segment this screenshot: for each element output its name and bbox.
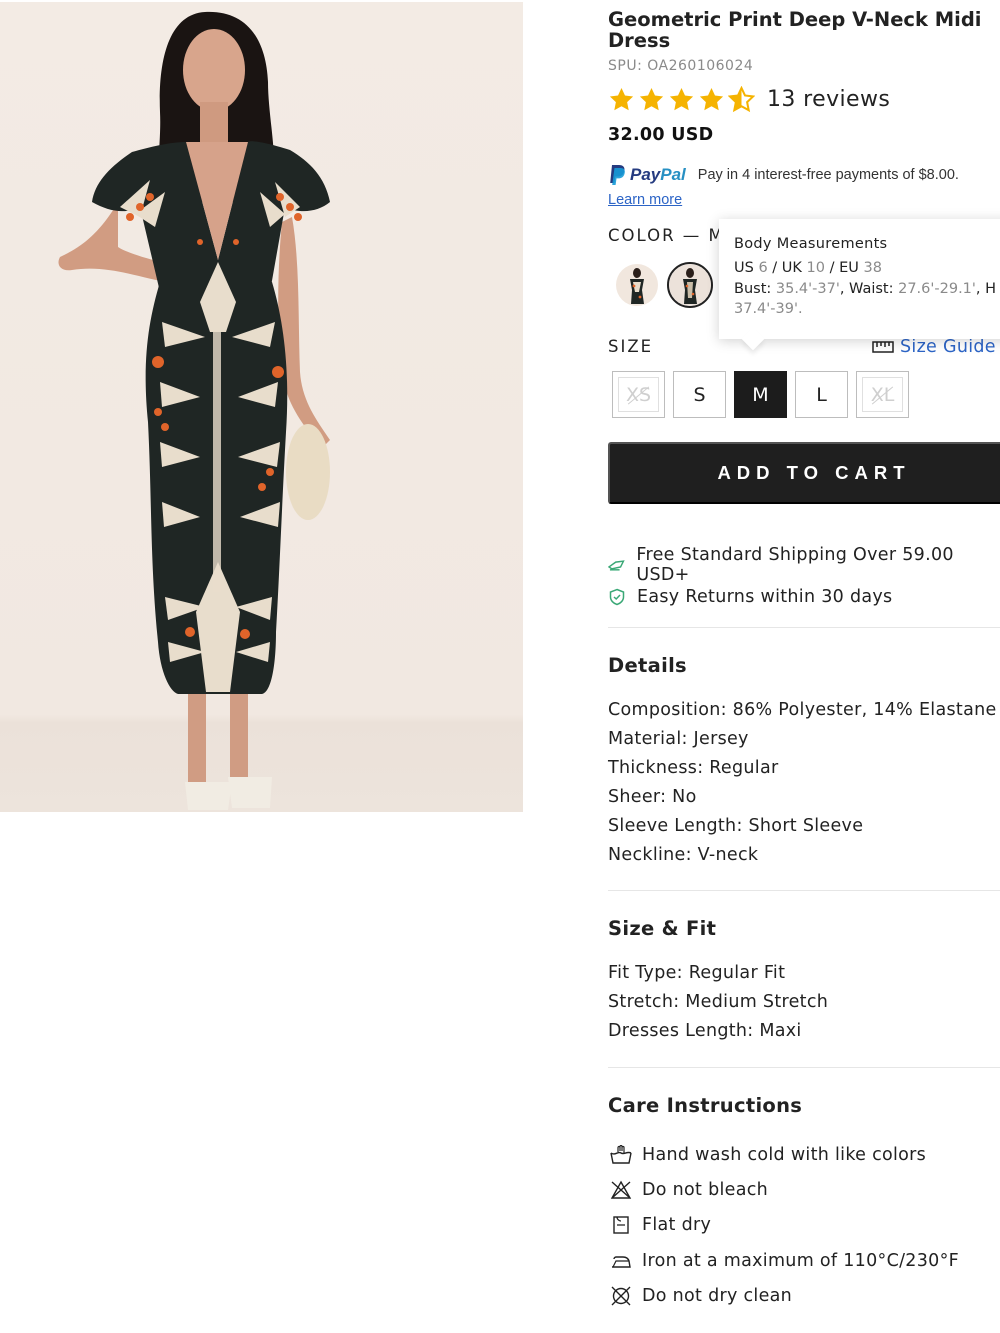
care-text: Iron at a maximum of 110°C/230°F [642, 1250, 960, 1271]
paypal-logo-pal: Pal [660, 165, 686, 184]
body-measurements-tooltip: Body Measurements US 6 / UK 10 / EU 38 B… [719, 219, 1000, 339]
easy-returns-perk: Easy Returns within 30 days [608, 587, 892, 607]
rating-row[interactable]: 13 reviews [608, 84, 890, 114]
waist-value: 27.6'-29.1' [898, 280, 976, 297]
tooltip-title: Body Measurements [734, 236, 888, 252]
product-info-panel: Geometric Print Deep V-Neck Midi Dress S… [608, 0, 1000, 1333]
divider [608, 1067, 1000, 1068]
divider [608, 890, 1000, 891]
details-list: Composition: 86% Polyester, 14% Elastane… [608, 696, 997, 870]
eu-label: / EU [829, 260, 859, 276]
care-text: Hand wash cold with like colors [642, 1144, 927, 1165]
star-rating [608, 85, 755, 113]
shield-check-icon [609, 588, 625, 606]
size-option-label: M [752, 383, 769, 406]
hand-wash-icon [610, 1144, 632, 1164]
care-item: Do not bleach [610, 1172, 959, 1207]
reviews-count[interactable]: 13 reviews [767, 87, 890, 112]
size-option-xl[interactable]: XL [856, 371, 909, 418]
size-option-label: XS [625, 383, 652, 406]
details-item: Sleeve Length: Short Sleeve [608, 816, 864, 836]
bust-label: Bust: [734, 280, 772, 297]
star-full-icon [699, 87, 724, 110]
care-text: Do not dry clean [642, 1285, 793, 1306]
care-text: Do not bleach [642, 1179, 769, 1200]
us-value: 6 [758, 260, 768, 276]
details-item: Sheer: No [608, 787, 697, 807]
size-option-l[interactable]: L [795, 371, 848, 418]
color-swatch-1[interactable] [614, 262, 660, 308]
bust-value: 35.4'-37' [775, 280, 840, 297]
product-price: 32.00 USD [608, 125, 714, 145]
details-item: Material: Jersey [608, 729, 749, 749]
size-options: XS S M L XL [612, 371, 909, 418]
color-label: COLOR — M [608, 226, 725, 245]
returns-text: Easy Returns within 30 days [637, 587, 893, 607]
size-option-m-selected[interactable]: M [734, 371, 787, 418]
divider [608, 627, 1000, 628]
paypal-icon [610, 165, 625, 185]
size-fit-title: Size & Fit [608, 917, 717, 940]
paypal-message: Pay in 4 interest-free payments of $8.00… [697, 167, 959, 183]
fit-item: Stretch: Medium Stretch [608, 992, 829, 1012]
product-title: Geometric Print Deep V-Neck Midi Dress [608, 8, 982, 52]
color-swatch-2-selected[interactable] [667, 262, 713, 308]
shipping-text: Free Standard Shipping Over 59.00 USD+ [636, 545, 954, 585]
product-spu: SPU: OA260106024 [608, 58, 754, 74]
size-guide-label: Size Guide [900, 337, 996, 357]
flat-dry-icon [613, 1216, 629, 1234]
product-image[interactable] [0, 2, 523, 812]
hip-value: 37.4'-39'. [734, 301, 803, 317]
model-illustration [58, 11, 330, 810]
care-item: Flat dry [610, 1208, 959, 1243]
shipping-icon [608, 560, 625, 571]
swatch-thumbnail [669, 264, 711, 306]
care-list: Hand wash cold with like colors Do not b… [610, 1137, 959, 1313]
size-guide-link[interactable]: Size Guide [872, 337, 996, 357]
uk-value: 10 [806, 260, 825, 276]
eu-value: 38 [863, 260, 882, 276]
hip-label: , H [975, 280, 997, 297]
fit-item: Dresses Length: Maxi [608, 1021, 802, 1041]
care-title: Care Instructions [608, 1094, 803, 1117]
care-item: Do not dry clean [610, 1278, 959, 1313]
no-dry-clean-icon [611, 1286, 631, 1306]
details-item: Neckline: V-neck [608, 845, 759, 865]
care-item: Hand wash cold with like colors [610, 1137, 959, 1172]
care-text: Flat dry [642, 1215, 712, 1236]
star-full-icon [639, 87, 664, 110]
swatch-thumbnail [616, 264, 658, 306]
paypal-logo: PayPal [608, 164, 686, 186]
add-to-cart-button[interactable]: ADD TO CART [608, 442, 1000, 504]
details-item: Composition: 86% Polyester, 14% Elastane [608, 700, 997, 720]
us-label: US [734, 260, 754, 276]
star-full-icon [609, 87, 634, 110]
size-option-s[interactable]: S [673, 371, 726, 418]
ruler-icon [872, 341, 894, 353]
free-shipping-perk: Free Standard Shipping Over 59.00 USD+ [608, 545, 1000, 585]
size-label: SIZE [608, 337, 654, 356]
tooltip-size-conversion: US 6 / UK 10 / EU 38 [734, 258, 1000, 279]
fit-item: Fit Type: Regular Fit [608, 963, 786, 983]
size-fit-list: Fit Type: Regular Fit Stretch: Medium St… [608, 959, 828, 1046]
tooltip-measurements: Bust: 35.4'-37', Waist: 27.6'-29.1', H [734, 279, 1000, 300]
tooltip-hip: 37.4'-39'. [734, 299, 1000, 320]
iron-icon [612, 1255, 631, 1268]
size-option-label: L [816, 383, 827, 406]
size-option-label: S [693, 383, 706, 406]
uk-label: / UK [772, 260, 802, 276]
learn-more-link[interactable]: Learn more [608, 192, 682, 208]
paypal-logo-pay: Pay [630, 165, 661, 184]
size-option-xs[interactable]: XS [612, 371, 665, 418]
details-title: Details [608, 654, 687, 677]
star-half-icon [728, 85, 755, 112]
details-item: Thickness: Regular [608, 758, 779, 778]
paypal-installments: PayPal Pay in 4 interest-free payments o… [608, 164, 959, 186]
care-item: Iron at a maximum of 110°C/230°F [610, 1243, 959, 1278]
star-full-icon [669, 87, 694, 110]
size-option-label: XL [870, 383, 895, 406]
waist-label: , Waist: [839, 280, 894, 297]
no-bleach-icon [610, 1180, 632, 1199]
